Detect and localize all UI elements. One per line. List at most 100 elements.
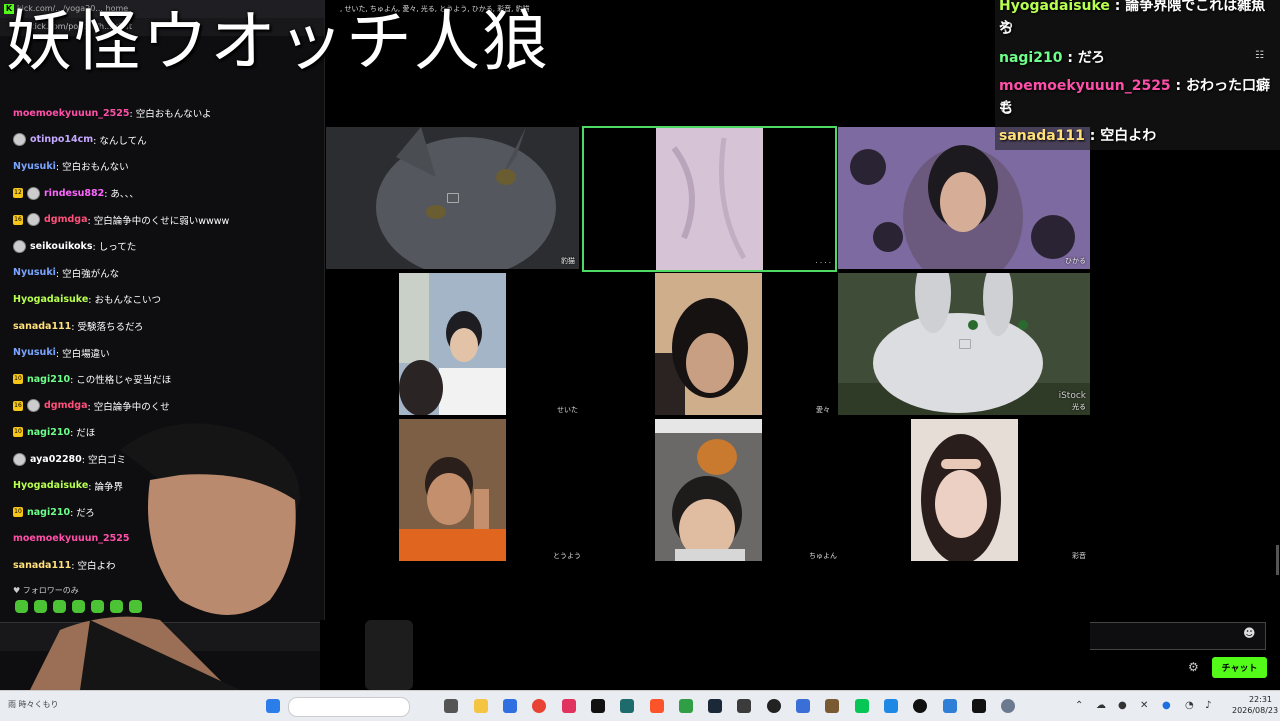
chat-message-line: 12 rindesu882: あ、、、: [0, 180, 324, 207]
tiktok-icon[interactable]: [591, 699, 605, 713]
chat-message: : 受験落ちるだろ: [71, 322, 144, 334]
app-icon[interactable]: [972, 699, 986, 713]
chat-message: : 空白おもんない: [55, 162, 129, 174]
unreal-icon[interactable]: [913, 699, 927, 713]
right-chat-line: sanada111 : 空白よわ: [999, 125, 1277, 147]
participant-name: 彩音: [1072, 552, 1086, 560]
chat-message-line: sanada111: 受験落ちるだろ: [0, 313, 324, 340]
chat-message: : 空白よわ: [1084, 128, 1157, 144]
obs-icon[interactable]: [767, 699, 781, 713]
chat-message: : この性格じゃ妥当だほ: [70, 375, 172, 387]
camera-off-icon: [447, 193, 459, 203]
chat-message: : 空白おもんないよ: [129, 109, 212, 121]
weather-widget[interactable]: 雨 時々くもり: [8, 699, 59, 710]
app-icon[interactable]: [562, 699, 576, 713]
chat-username[interactable]: Hyogadaisuke: [13, 294, 88, 305]
camera-off-icon: [959, 339, 971, 349]
steam-icon[interactable]: [708, 699, 722, 713]
minecraft-icon[interactable]: [825, 699, 839, 713]
app-icon[interactable]: [503, 699, 517, 713]
video-tile-girl2[interactable]: [911, 419, 1018, 561]
emoji-icon[interactable]: ☻: [1243, 626, 1256, 640]
chat-username: Hyogadaisuke: [999, 0, 1110, 14]
volume-icon[interactable]: ♪: [1205, 700, 1211, 711]
scrollbar[interactable]: [1276, 545, 1279, 575]
girl2-video: [911, 419, 1018, 561]
chat-username: sanada111: [999, 128, 1085, 144]
chat-message: : 空白論争中のくせに弱いwwww: [87, 215, 230, 227]
chevron-up-icon[interactable]: ⌃: [1075, 700, 1083, 711]
chat-message-line: seikouikoks: しってた: [0, 233, 324, 260]
chat-message-line: Nyusuki: 空白強がんな: [0, 260, 324, 287]
chat-username[interactable]: moemoekyuuun_2525: [13, 108, 130, 119]
participant-name: ちゅよん: [809, 552, 837, 560]
video-tile-boys[interactable]: [399, 273, 506, 415]
chat-username[interactable]: otinpo14cm: [30, 134, 93, 145]
settings-icon[interactable]: [1001, 699, 1015, 713]
video-tile-girl[interactable]: [655, 273, 762, 415]
video-tile-cat[interactable]: 豹猫: [326, 127, 579, 269]
chat-message: : 空白場違い: [55, 348, 110, 360]
taskbar: 雨 時々くもり ⌃ ☁ ● ✕ ● ◔ ♪ 22:31 2026/08/23: [0, 690, 1280, 721]
wifi-icon[interactable]: ◔: [1185, 700, 1194, 711]
microphone: [365, 620, 413, 690]
app-icon[interactable]: [737, 699, 751, 713]
app-icon[interactable]: [796, 699, 810, 713]
microphone-icon[interactable]: ●: [1118, 700, 1127, 711]
app-icon[interactable]: [679, 699, 693, 713]
video-tile-pink[interactable]: · · · ·: [582, 126, 837, 272]
mod-tools-icon[interactable]: ☷: [1255, 50, 1264, 61]
chat-username[interactable]: seikouikoks: [30, 241, 93, 252]
participant-name: 豹猫: [561, 257, 575, 265]
participant-name: せいた: [557, 406, 578, 414]
right-chat-line-cont: も: [999, 101, 1013, 117]
avatar: [13, 239, 26, 253]
streamer-webcam: [0, 390, 330, 690]
onedrive-icon[interactable]: ●: [1162, 700, 1171, 711]
chat-message: : おもんなこいつ: [88, 295, 162, 307]
app-icon[interactable]: [620, 699, 634, 713]
send-chat-button[interactable]: チャット: [1212, 657, 1267, 678]
date: 2026/08/23: [1232, 706, 1279, 715]
windows-start-icon[interactable]: [266, 699, 280, 713]
participant-name: · · · ·: [815, 259, 831, 267]
chat-username[interactable]: Nyusuki: [13, 267, 56, 278]
chat-username[interactable]: sanada111: [13, 321, 71, 332]
right-chat-overlay: Hyogadaisuke : 論争界隈でこれは雑魚や ろ nagi210 : だ…: [995, 0, 1280, 150]
chat-message: : 空白強がんな: [55, 268, 120, 280]
chat-username[interactable]: nagi210: [27, 374, 70, 385]
right-chat-input[interactable]: [1090, 622, 1266, 650]
clock[interactable]: 22:31 2026/08/23: [1232, 694, 1279, 716]
taskbar-search[interactable]: [288, 697, 410, 717]
chat-username[interactable]: Nyusuki: [13, 347, 56, 358]
brave-icon[interactable]: [650, 699, 664, 713]
avatar: [13, 133, 26, 147]
chrome-icon[interactable]: [532, 699, 546, 713]
gear-icon[interactable]: ⚙: [1188, 660, 1199, 674]
orange-video: [399, 419, 506, 561]
video-tile-catboy[interactable]: [655, 419, 762, 561]
avatar: [27, 186, 40, 200]
chat-username[interactable]: Nyusuki: [13, 161, 56, 172]
right-chat-line-cont: ろ: [999, 21, 1013, 37]
participant-name: 光る: [1072, 403, 1086, 411]
chat-username[interactable]: dgmdga: [44, 214, 88, 225]
chat-username[interactable]: rindesu882: [44, 188, 104, 199]
streamer-image: [30, 423, 330, 690]
file-explorer-icon[interactable]: [474, 699, 488, 713]
participant-name: とうよう: [553, 552, 581, 560]
participant-name: ひかる: [1065, 257, 1086, 265]
video-tile-orange[interactable]: [399, 419, 506, 561]
girl-video: [655, 273, 762, 415]
subscriber-badge: 12: [13, 188, 23, 199]
network-icon[interactable]: ☁: [1096, 700, 1106, 711]
app-icon[interactable]: [943, 699, 957, 713]
video-tile-rabbit[interactable]: iStock 光る: [838, 273, 1090, 415]
chat-message: : あ、、、: [104, 189, 139, 201]
app-icon[interactable]: [884, 699, 898, 713]
chat-message-line: moemoekyuuun_2525: 空白おもんないよ: [0, 100, 324, 127]
task-view-icon[interactable]: [444, 699, 458, 713]
close-icon[interactable]: ✕: [1140, 700, 1148, 711]
line-icon[interactable]: [855, 699, 869, 713]
catboy-video: [655, 419, 762, 561]
